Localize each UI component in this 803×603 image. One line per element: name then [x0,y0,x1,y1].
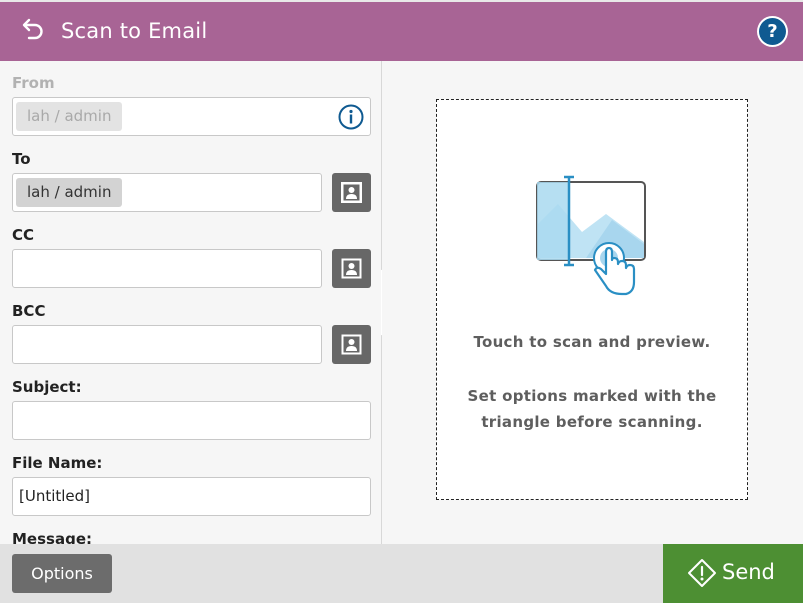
file-name-field[interactable]: [Untitled] [12,477,371,516]
bcc-label: BCC [12,302,46,320]
options-button[interactable]: Options [12,554,112,593]
cc-label: CC [12,226,35,244]
bottom-action-bar: Options Send [0,544,803,603]
help-button[interactable]: ? [757,16,788,47]
to-chip[interactable]: lah / admin [16,178,123,207]
subject-field[interactable] [12,401,371,440]
page-title: Scan to Email [61,19,208,43]
scan-preview-icon [536,175,646,296]
message-label: Message: [12,530,92,544]
bcc-address-book-button[interactable] [332,325,371,364]
scan-to-email-screen: Scan to Email ? From lah / admin To lah … [0,0,803,603]
send-button[interactable]: Send [663,544,803,603]
address-book-icon [341,258,362,279]
preview-instruction: Touch to scan and preview. [473,333,711,351]
from-label: From [12,74,55,92]
header-bar: Scan to Email ? [0,0,803,61]
from-chip: lah / admin [16,102,123,131]
from-field: lah / admin [12,97,371,136]
preview-hint-line2: triangle before scanning. [481,413,703,431]
cc-field[interactable] [12,249,322,288]
file-name-value: [Untitled] [19,487,91,505]
info-icon[interactable] [338,104,364,130]
email-form: From lah / admin To lah / admin CC BCC S… [0,61,381,544]
cc-address-book-button[interactable] [332,249,371,288]
preview-hint-line1: Set options marked with the [467,387,717,405]
scan-preview-area[interactable]: Touch to scan and preview. Set options m… [436,99,748,500]
back-arrow-icon [22,18,43,40]
to-label: To [12,150,31,168]
back-button[interactable] [16,16,50,46]
address-book-icon [341,182,362,203]
address-book-icon [341,334,362,355]
to-address-book-button[interactable] [332,173,371,212]
help-icon: ? [759,18,786,45]
file-name-label: File Name: [12,454,103,472]
preview-panel: Touch to scan and preview. Set options m… [382,61,803,544]
to-field[interactable]: lah / admin [12,173,322,212]
bcc-field[interactable] [12,325,322,364]
subject-label: Subject: [12,378,82,396]
send-label: Send [722,560,775,584]
start-diamond-icon [688,559,716,587]
